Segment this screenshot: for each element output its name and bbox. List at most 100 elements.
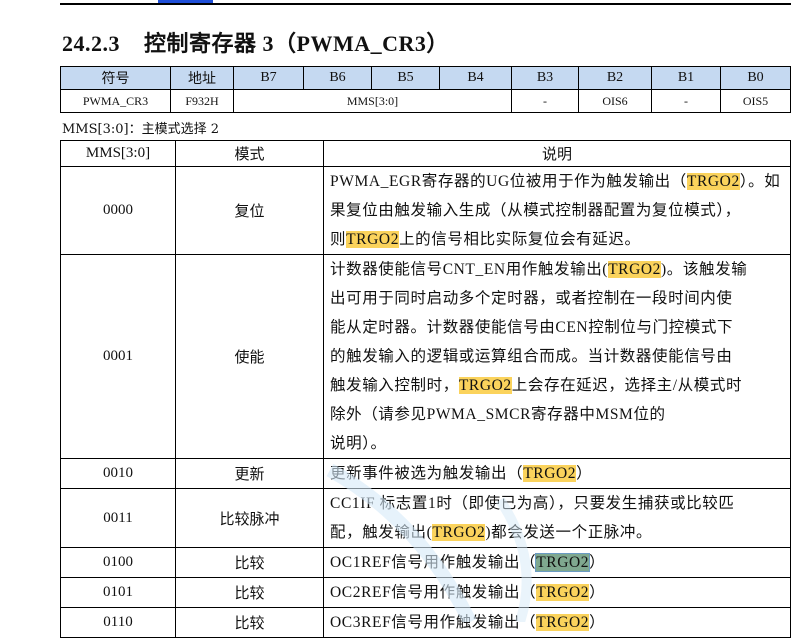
table-row: 0011 比较脉冲 CC1IF 标志置1时（即使已为高），只要发生捕获或比较匹 配，触… — [60, 488, 791, 548]
description-text: 则 — [330, 231, 347, 248]
col-b0: B0 — [720, 66, 791, 90]
description-line: PWMA_EGR寄存器的UG位被用于作为触发输出（TRGO2）。如 — [330, 167, 784, 196]
col-b3: B3 — [511, 66, 579, 90]
highlighted-term: TRGO2 — [523, 465, 577, 482]
mode-name: 复位 — [175, 166, 324, 255]
section-heading: 24.2.3 控制寄存器 3（PWMA_CR3） — [62, 26, 449, 58]
description-text: CC1IF 标志置1时（即使已为高），只要发生捕获或比较匹 — [330, 495, 735, 512]
mode-name: 比较 — [175, 547, 324, 578]
table-row: 0000 复位 PWMA_EGR寄存器的UG位被用于作为触发输出（TRGO2）。如果… — [60, 166, 791, 255]
description-text: OC3REF信号用作触发输出（ — [330, 614, 537, 631]
cell-b1: - — [651, 89, 721, 113]
description-text: 上的信号相比实际复位会有延迟。 — [399, 231, 641, 248]
col-b6: B6 — [303, 66, 372, 90]
mode-description: 计数器使能信号CNT_EN用作触发输出(TRGO2)。该触发输 出可用于同时启动多… — [323, 254, 791, 459]
highlighted-term: TRGO2 — [536, 614, 590, 631]
description-line: OC1REF信号用作触发输出（TRGO2） — [330, 548, 784, 577]
mms-code: 0110 — [60, 607, 176, 638]
description-line: 则TRGO2上的信号相比实际复位会有延迟。 — [330, 225, 784, 254]
table-row: 0010 更新 更新事件被选为触发输出（TRGO2） — [60, 458, 791, 489]
col-address: 地址 — [170, 66, 234, 90]
description-text: )。该触发输 — [661, 261, 748, 278]
cell-b0: OIS5 — [720, 89, 791, 113]
description-text: 计数器使能信号CNT_EN用作触发输出( — [330, 261, 609, 278]
col-b1: B1 — [651, 66, 721, 90]
mode-description: OC3REF信号用作触发输出（TRGO2） — [323, 607, 791, 638]
mms-code: 0100 — [60, 547, 176, 578]
highlighted-term: TRGO2 — [536, 584, 590, 601]
cell-address: F932H — [170, 89, 234, 113]
description-text: OC2REF信号用作触发输出（ — [330, 584, 537, 601]
description-line: OC2REF信号用作触发输出（TRGO2） — [330, 578, 784, 607]
description-line: 果复位由触发输入生成（从模式控制器配置为复位模式）， — [330, 196, 784, 225]
col-symbol: 符号 — [60, 66, 171, 90]
description-text: OC1REF信号用作触发输出（ — [330, 554, 537, 571]
description-text: 能从定时器。计数器使能信号由CEN控制位与门控模式下 — [330, 319, 734, 336]
table-row: 0100 比较 OC1REF信号用作触发输出（TRGO2） — [60, 547, 791, 578]
mms-note: MMS[3:0]：主模式选择 2 — [62, 122, 219, 137]
description-text: 的触发输入的逻辑或运算组合而成。当计数器使能信号由 — [330, 348, 733, 365]
cell-symbol: PWMA_CR3 — [60, 89, 171, 113]
mode-description: OC2REF信号用作触发输出（TRGO2） — [323, 577, 791, 608]
cell-b3: - — [511, 89, 579, 113]
mode-description: 更新事件被选为触发输出（TRGO2） — [323, 458, 791, 489]
col-b2: B2 — [578, 66, 652, 90]
col-mms: MMS[3:0] — [60, 140, 176, 167]
mode-name: 比较脉冲 — [175, 488, 324, 548]
description-text: PWMA_EGR寄存器的UG位被用于作为触发输出（ — [330, 173, 687, 190]
description-line: 出可用于同时启动多个定时器，或者控制在一段时间内使 — [330, 284, 784, 313]
highlighted-term: TRGO2 — [535, 553, 591, 572]
table-row: 0001 使能 计数器使能信号CNT_EN用作触发输出(TRGO2)。该触发输 出可用… — [60, 254, 791, 459]
description-line: 除外（请参见PWMA_SMCR寄存器中MSM位的 — [330, 400, 784, 429]
description-line: 更新事件被选为触发输出（TRGO2） — [330, 459, 784, 488]
description-text: 更新事件被选为触发输出（ — [330, 465, 524, 482]
description-line: 的触发输入的逻辑或运算组合而成。当计数器使能信号由 — [330, 342, 784, 371]
link-underline[interactable] — [158, 0, 213, 3]
highlighted-term: TRGO2 — [686, 173, 740, 190]
description-text: 果复位由触发输入生成（从模式控制器配置为复位模式）， — [330, 202, 741, 219]
highlighted-term: TRGO2 — [346, 231, 400, 248]
mms-code: 0101 — [60, 577, 176, 608]
description-line: 计数器使能信号CNT_EN用作触发输出(TRGO2)。该触发输 — [330, 255, 784, 284]
col-b5: B5 — [371, 66, 440, 90]
col-b4: B4 — [439, 66, 512, 90]
col-mode: 模式 — [175, 140, 324, 167]
description-text: 上会存在延迟，选择主/从模式时 — [511, 377, 743, 394]
description-text: 出可用于同时启动多个定时器，或者控制在一段时间内使 — [330, 290, 733, 307]
description-text: )都会发送一个正脉冲。 — [485, 524, 653, 541]
mode-description: PWMA_EGR寄存器的UG位被用于作为触发输出（TRGO2）。如果复位由触发输… — [323, 166, 791, 255]
register-row: PWMA_CR3 F932H MMS[3:0] - OIS6 - OIS5 — [60, 89, 791, 113]
description-line: 触发输入控制时，TRGO2上会存在延迟，选择主/从模式时 — [330, 371, 784, 400]
table-row: 0101 比较 OC2REF信号用作触发输出（TRGO2） — [60, 577, 791, 608]
cell-mms: MMS[3:0] — [233, 89, 512, 113]
section-number: 24.2.3 — [62, 31, 120, 56]
description-text: 配，触发输出( — [330, 524, 433, 541]
mms-code: 0011 — [60, 488, 176, 548]
mms-code: 0000 — [60, 166, 176, 255]
mms-code: 0010 — [60, 458, 176, 489]
mode-name: 比较 — [175, 607, 324, 638]
register-table: 符号 地址 B7 B6 B5 B4 B3 B2 B1 B0 PWMA_CR3 F… — [60, 66, 791, 113]
description-text: ） — [589, 614, 606, 631]
highlighted-term: TRGO2 — [458, 377, 512, 394]
mode-name: 比较 — [175, 577, 324, 608]
mms-code: 0001 — [60, 254, 176, 459]
description-text: ） — [576, 465, 593, 482]
mode-description: OC1REF信号用作触发输出（TRGO2） — [323, 547, 791, 578]
description-line: 说明）。 — [330, 429, 784, 458]
mode-description: CC1IF 标志置1时（即使已为高），只要发生捕获或比较匹 配，触发输出(TRGO… — [323, 488, 791, 548]
cell-b2: OIS6 — [578, 89, 652, 113]
mode-header-row: MMS[3:0] 模式 说明 — [60, 140, 791, 167]
col-description: 说明 — [323, 140, 791, 167]
table-row: 0110 比较 OC3REF信号用作触发输出（TRGO2） — [60, 607, 791, 638]
highlighted-term: TRGO2 — [608, 261, 662, 278]
description-line: 能从定时器。计数器使能信号由CEN控制位与门控模式下 — [330, 313, 784, 342]
section-title: 控制寄存器 3（PWMA_CR3） — [144, 31, 449, 56]
description-text: 说明）。 — [330, 435, 387, 452]
description-text: 除外（请参见PWMA_SMCR寄存器中MSM位的 — [330, 406, 666, 423]
description-line: CC1IF 标志置1时（即使已为高），只要发生捕获或比较匹 — [330, 489, 784, 518]
register-header-row: 符号 地址 B7 B6 B5 B4 B3 B2 B1 B0 — [60, 66, 791, 90]
page-rule — [60, 3, 791, 5]
highlighted-term: TRGO2 — [432, 524, 486, 541]
mode-table: MMS[3:0] 模式 说明 0000 复位 PWMA_EGR寄存器的UG位被用于作… — [60, 140, 791, 638]
